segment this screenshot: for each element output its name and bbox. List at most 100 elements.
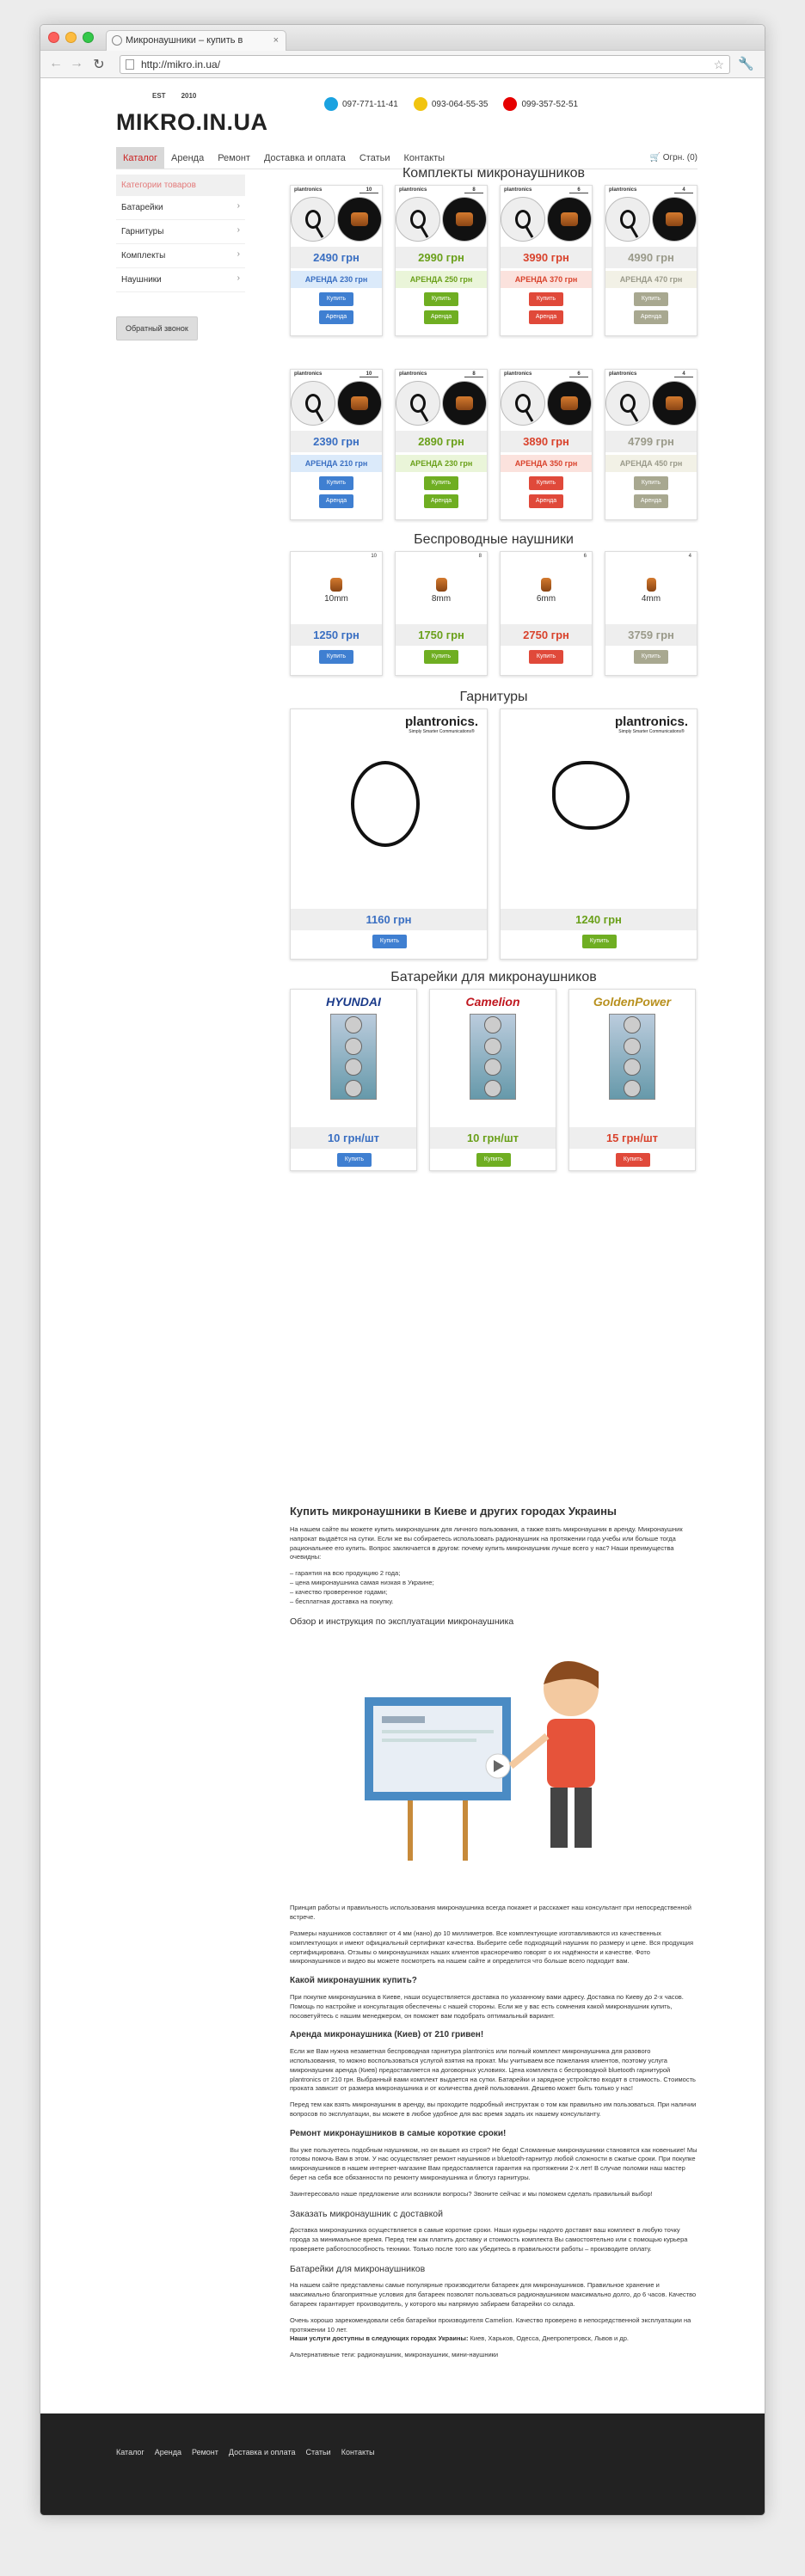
kit-image [396, 197, 487, 242]
loop-image [501, 197, 545, 242]
reload-icon[interactable]: ↻ [90, 56, 108, 73]
size-label: 8 [478, 554, 482, 559]
wireless-card: 6 6mm 2750 грн Купить [500, 551, 593, 676]
sidebar-item[interactable]: Батарейки [116, 196, 245, 220]
back-icon[interactable]: ← [47, 56, 65, 71]
article-intro: На нашем сайте вы можете купить микронау… [290, 1524, 683, 1561]
article-p11-text: Очень хорошо зарекомендовали себя батаре… [290, 2315, 691, 2334]
sidebar-item[interactable]: Наушники [116, 268, 245, 292]
brand-name: plantronics. [404, 715, 478, 729]
footer-link[interactable]: Контакты [341, 2448, 375, 2456]
site-logo[interactable]: MIKRO.IN.UA [116, 109, 268, 136]
brand-label: plantronics [609, 187, 637, 193]
footer-link[interactable]: Статьи [306, 2448, 331, 2456]
buy-button[interactable]: Купить [372, 935, 407, 948]
kit-brand-row: plantronics 6 [501, 186, 592, 195]
price: 10 грн/шт [291, 1127, 416, 1149]
article-cities-label: Наши услуги доступны в следующих городах… [290, 2334, 469, 2343]
kit-card: plantronics 4 4990 грн АРЕНДА 470 грн Куп… [605, 185, 697, 336]
browser-tab[interactable]: Микронаушники – купить в × [106, 30, 286, 51]
wireless-row: 10 10mm 1250 грн Купить 8 8mm 1750 грн Ку… [290, 551, 697, 676]
footer-link[interactable]: Аренда [155, 2448, 181, 2456]
article-h4: Ремонт микронаушников в самые короткие с… [290, 2129, 507, 2139]
earpiece-image: 6mm [501, 561, 592, 621]
cart-link[interactable]: 🛒 Огрн. (0) [649, 153, 697, 163]
wrench-icon[interactable]: 🔧 [738, 56, 754, 71]
rent-button[interactable]: Аренда [529, 310, 563, 324]
minimize-window-button[interactable] [65, 32, 77, 43]
buy-button[interactable]: Купить [424, 650, 458, 664]
phone-contact[interactable]: 097-771-11-41 [324, 97, 398, 111]
callback-button[interactable]: Обратный звонок [116, 316, 198, 340]
buy-button[interactable]: Купить [529, 650, 563, 664]
sidebar-item[interactable]: Комплекты [116, 244, 245, 268]
buy-button[interactable]: Купить [424, 292, 458, 306]
rent-button[interactable]: Аренда [319, 310, 353, 324]
maximize-window-button[interactable] [83, 32, 94, 43]
rent-button[interactable]: Аренда [634, 494, 668, 508]
footer-link[interactable]: Ремонт [192, 2448, 218, 2456]
price: 1250 грн [291, 624, 382, 646]
battery-pack-image [470, 1014, 516, 1100]
close-tab-icon[interactable]: × [273, 31, 279, 50]
footer-link[interactable]: Каталог [116, 2448, 144, 2456]
footer-link[interactable]: Доставка и оплата [229, 2448, 296, 2456]
buy-button[interactable]: Купить [337, 1153, 372, 1167]
nav-item[interactable]: Ремонт [211, 147, 257, 169]
size-label: 10 [371, 554, 377, 559]
brand-label: plantronics [504, 371, 532, 377]
cart-label: Огрн. (0) [662, 153, 697, 163]
article-p5: Если же Вам нужна незаметная беспроводна… [290, 2046, 696, 2093]
rent-button[interactable]: Аренда [634, 310, 668, 324]
rent-button[interactable]: Аренда [424, 310, 458, 324]
rent-price: АРЕНДА 230 грн [291, 271, 382, 288]
price: 3990 грн [501, 247, 592, 268]
buy-button[interactable]: Купить [319, 292, 353, 306]
advantage-item: – цена микронаушника самая низкая в Укра… [290, 1579, 434, 1587]
brand-label: plantronics [294, 187, 323, 193]
brand-logo: plantronics. Simply Smarter Communication… [615, 715, 688, 734]
nav-item[interactable]: Аренда [164, 147, 211, 169]
buy-button[interactable]: Купить [424, 476, 458, 490]
rent-button[interactable]: Аренда [529, 494, 563, 508]
buy-button[interactable]: Купить [529, 292, 563, 306]
sidebar-item[interactable]: Гарнитуры [116, 220, 245, 244]
kyivstar-icon [324, 97, 338, 111]
kit-image [291, 381, 382, 426]
close-window-button[interactable] [48, 32, 59, 43]
video-player[interactable] [356, 1637, 631, 1895]
buy-button[interactable]: Купить [319, 476, 353, 490]
buy-button[interactable]: Купить [634, 292, 668, 306]
price: 2890 грн [396, 431, 487, 452]
buy-button[interactable]: Купить [476, 1153, 511, 1167]
price: 4990 грн [605, 247, 697, 268]
battery-card: HYUNDAI 10 грн/шт Купить [290, 989, 417, 1171]
rent-button[interactable]: Аренда [424, 494, 458, 508]
nav-item[interactable]: Каталог [116, 147, 164, 169]
buy-button[interactable]: Купить [634, 476, 668, 490]
browser-toolbar: ← → ↻ http://mikro.in.ua/ ☆ 🔧 [40, 51, 765, 78]
brand-label: plantronics [609, 371, 637, 377]
kit-brand-row: plantronics 4 [605, 186, 697, 195]
brand-name: plantronics. [614, 715, 688, 729]
rent-button[interactable]: Аренда [319, 494, 353, 508]
buy-button[interactable]: Купить [634, 650, 668, 664]
rent-price: АРЕНДА 350 грн [501, 455, 592, 472]
phone-contact[interactable]: 093-064-55-35 [413, 97, 488, 111]
buy-button[interactable]: Купить [582, 935, 617, 948]
buy-button[interactable]: Купить [616, 1153, 650, 1167]
bookmark-star-icon[interactable]: ☆ [713, 56, 724, 73]
forward-icon[interactable]: → [68, 56, 85, 71]
life-icon [413, 97, 427, 111]
buy-button[interactable]: Купить [529, 476, 563, 490]
brand-tagline: Simply Smarter Communications® [409, 729, 475, 734]
address-bar[interactable]: http://mikro.in.ua/ ☆ [120, 55, 730, 74]
price: 2990 грн [396, 247, 487, 268]
advantage-item: – гарантия на всю продукцию 2 года; [290, 1569, 401, 1578]
advantage-item: – качество проверенное годами; [290, 1588, 388, 1597]
battery-card: GoldenPower 15 грн/шт Купить [568, 989, 696, 1171]
brand-label: plantronics [294, 371, 323, 377]
buy-button[interactable]: Купить [319, 650, 353, 664]
phone-contact[interactable]: 099-357-52-51 [503, 97, 578, 111]
section-title-headsets: Гарнитуры [459, 690, 528, 704]
